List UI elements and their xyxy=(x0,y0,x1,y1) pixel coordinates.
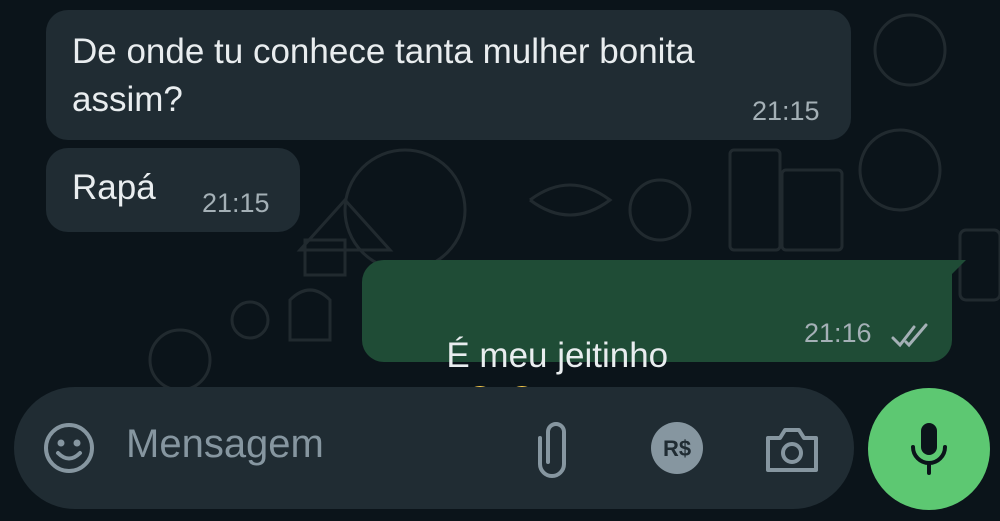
message-bubble-incoming[interactable]: De onde tu conhece tanta mulher bonita a… xyxy=(46,10,851,140)
paperclip-icon[interactable] xyxy=(536,418,576,478)
message-input[interactable]: Mensagem xyxy=(126,422,324,467)
message-bubble-incoming[interactable]: Rapá 21:15 xyxy=(46,148,300,232)
message-timestamp: 21:15 xyxy=(752,96,820,126)
message-composer: Mensagem R$ xyxy=(14,387,854,509)
message-timestamp: 21:15 xyxy=(202,188,270,218)
voice-record-button[interactable] xyxy=(868,388,990,510)
message-timestamp: 21:16 xyxy=(804,318,872,348)
camera-icon[interactable] xyxy=(764,424,820,474)
message-text: Rapá xyxy=(72,168,156,207)
message-text-content: É meu jeitinho xyxy=(446,336,669,375)
message-text: De onde tu conhece tanta mulher bonita a… xyxy=(72,32,695,119)
svg-text:R$: R$ xyxy=(663,436,691,461)
emoji-icon[interactable] xyxy=(42,421,96,475)
bubble-tail xyxy=(944,260,966,282)
microphone-icon xyxy=(911,423,947,475)
message-bubble-outgoing[interactable]: É meu jeitinho 21:16 xyxy=(362,260,952,420)
chat-screen: De onde tu conhece tanta mulher bonita a… xyxy=(0,0,1000,521)
read-receipt-double-check-icon xyxy=(891,323,928,348)
rupee-payment-icon[interactable]: R$ xyxy=(649,420,705,476)
